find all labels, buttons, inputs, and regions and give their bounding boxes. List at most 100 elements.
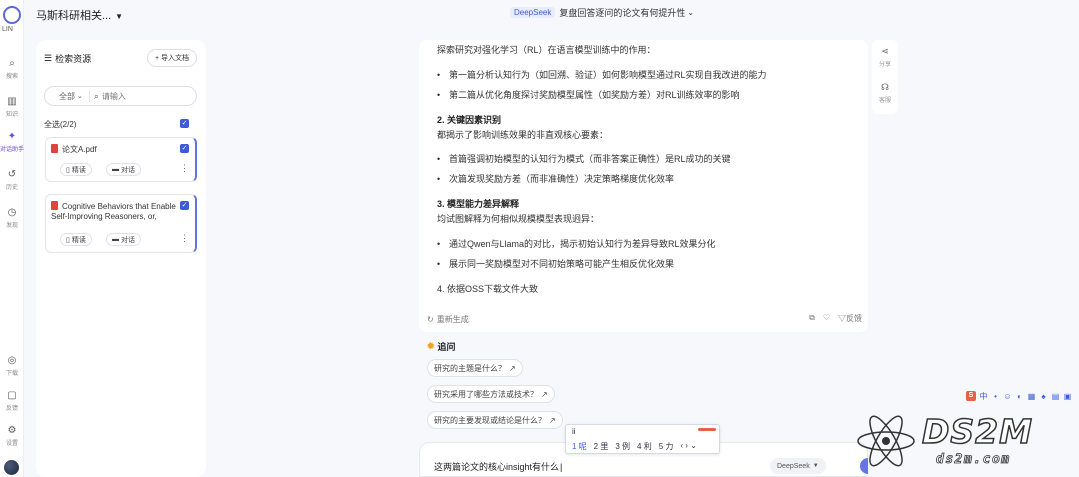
rail-item-history[interactable]: ↺ 历史 [0, 169, 24, 191]
feedback-icon: ▢ [7, 390, 17, 401]
regenerate-label: 重新生成 [436, 315, 469, 324]
menu-icon[interactable]: ▣ [1063, 392, 1072, 401]
ime-candidate[interactable]: 2 里 [594, 441, 609, 452]
document-checkbox[interactable]: ✓ [180, 144, 189, 153]
rail-item-download[interactable]: ◎ 下载 [0, 355, 24, 377]
followup-suggestion[interactable]: 研究的主要发现或结论是什么？ ↗ [427, 411, 563, 429]
sparkle-icon: ✹ [427, 341, 435, 351]
followup-suggestion[interactable]: 研究采用了哪些方法或技术？ ↗ [427, 385, 555, 403]
dislike-button[interactable]: ▽反馈 [838, 313, 862, 324]
more-icon[interactable]: ⋮ [180, 233, 189, 244]
pdf-icon [51, 144, 58, 153]
model-badge: DeepSeek [510, 7, 556, 18]
rail-item-assistant[interactable]: ✦ 对话助手 [0, 131, 24, 153]
answer-card: 探索研究对强化学习（RL）在语言模型训练中的作用： 第一篇分析认知行为（如回溯、… [419, 40, 868, 332]
language-toggle-icon[interactable]: 中 [979, 392, 988, 401]
keyboard-icon[interactable]: ▦ [1027, 392, 1036, 401]
ime-logo-icon[interactable]: S [966, 391, 976, 401]
answer-bullet: 展示同一奖励模型对不同初始策略可能产生相反优化效果 [437, 258, 674, 270]
answer-paragraph: 都揭示了影响训练效果的非直观核心要素： [437, 130, 609, 140]
ime-candidate[interactable]: 3 例 [615, 441, 630, 452]
regenerate-button[interactable]: ↻ 重新生成 [427, 314, 469, 325]
book-icon: ▥ [7, 96, 17, 107]
thumbs-up-icon[interactable]: ♡ [823, 313, 830, 324]
user-avatar[interactable] [4, 460, 19, 475]
emoji-icon[interactable]: ☺ [1003, 392, 1012, 401]
share-button[interactable]: ⋖ 分享 [872, 46, 898, 68]
refresh-icon: ↻ [427, 315, 434, 324]
rail-item-label: 搜索 [5, 74, 18, 80]
read-button-label: 精读 [71, 166, 86, 174]
share-label: 分享 [878, 62, 891, 68]
ime-candidate[interactable]: 5 力 [659, 441, 674, 452]
workspace-selector[interactable]: 马斯科研相关... ▼ [36, 7, 123, 23]
rail-item-label: 对话助手 [0, 147, 25, 153]
rail-item-knowledge[interactable]: ▥ 知识 [0, 96, 24, 118]
knowledge-search-input[interactable] [101, 91, 182, 101]
followup-suggestion[interactable]: 研究的主题是什么？ ↗ [427, 359, 523, 377]
ime-candidate-window: ii 1 呢 2 里 3 例 4 利 5 力 ‹ › ⌄ [565, 424, 720, 454]
select-all-checkbox[interactable]: ✓ [180, 119, 189, 128]
pdf-icon [51, 201, 58, 210]
conversation-title[interactable]: DeepSeek 复盘回答逐问的论文有何提升性 ⌄ [510, 6, 694, 19]
chat-button[interactable]: ▬ 对话 [106, 163, 141, 176]
headset-icon: ☊ [881, 82, 889, 92]
copy-icon[interactable]: ⧉ [809, 313, 815, 324]
skin-icon[interactable]: ♠ [1039, 392, 1048, 401]
compass-icon: ◷ [7, 207, 17, 218]
import-document-label: 导入文档 [161, 55, 190, 62]
chat-button-label: 对话 [121, 236, 135, 244]
history-icon: ↺ [7, 169, 17, 180]
rail-item-label: 历史 [5, 185, 18, 191]
watermark: DS2M ds2m.com [852, 408, 1079, 477]
ime-candidate[interactable]: 1 呢 [572, 441, 587, 452]
document-title-text: Cognitive Behaviors that Enable Self-Imp… [51, 202, 176, 221]
rail-item-label: 知识 [5, 112, 18, 118]
ime-page-arrows[interactable]: ‹ › ⌄ [680, 441, 696, 452]
arrow-icon: ↗ [509, 363, 516, 373]
rail-item-feedback[interactable]: ▢ 反馈 [0, 390, 24, 412]
model-selector[interactable]: DeepSeek ▼ [770, 458, 826, 474]
arrow-icon: ↗ [549, 415, 556, 425]
text-cursor: | [560, 462, 563, 472]
answer-bullet: 第一篇分析认知行为（如回溯、验证）如何影响模型通过RL实现自我改进的能力 [437, 69, 766, 81]
rail-item-label: 发现 [5, 223, 18, 229]
caret-down-icon: ▼ [115, 12, 124, 21]
arrow-icon: ↗ [541, 389, 548, 399]
followup-text: 研究的主要发现或结论是什么？ [434, 415, 546, 425]
watermark-url: ds2m.com [936, 452, 1011, 468]
document-card[interactable]: 论文A.pdf ✓ ▯ 精读 ▬ 对话 ⋮ [45, 137, 197, 182]
ime-candidate[interactable]: 4 利 [637, 441, 652, 452]
document-checkbox[interactable]: ✓ [180, 201, 189, 210]
app-window: LIN ⌕ 搜索 ▥ 知识 ✦ 对话助手 ↺ 历史 ◷ 发现 ◎ 下载 ▢ 反馈 [0, 0, 1079, 477]
chat-input[interactable]: 这两篇论文的核心insight有什么| [434, 460, 562, 473]
app-logo[interactable] [3, 6, 21, 24]
rail-item-settings[interactable]: ⚙ 设置 [0, 425, 24, 447]
rail-item-search[interactable]: ⌕ 搜索 [0, 58, 24, 80]
document-card[interactable]: Cognitive Behaviors that Enable Self-Imp… [45, 194, 197, 253]
ime-candidates: 1 呢 2 里 3 例 4 利 5 力 ‹ › ⌄ [572, 441, 697, 452]
plus-icon: + [154, 54, 160, 62]
side-tools: ⋖ 分享 ☊ 客服 [872, 40, 898, 114]
search-icon: ⌕ [9, 58, 15, 69]
document-title: 论文A.pdf [51, 144, 177, 155]
rail-item-label: 反馈 [5, 406, 18, 412]
filter-select[interactable]: 全部 ⌄ [45, 90, 90, 102]
read-button[interactable]: ▯ 精读 [60, 233, 92, 246]
assistant-icon: ✦ [7, 131, 17, 142]
rail-item-label: 下载 [5, 371, 18, 377]
voice-icon[interactable]: ◐ [1015, 392, 1024, 401]
rail-item-discover[interactable]: ◷ 发现 [0, 207, 24, 229]
answer-bullet: 首篇强调初始模型的认知行为模式（而非答案正确性）是RL成功的关键 [437, 153, 730, 165]
watermark-title: DS2M [921, 411, 1033, 452]
search-icon: ⌕ [93, 90, 99, 101]
chat-button[interactable]: ▬ 对话 [106, 233, 141, 246]
punctuation-icon[interactable]: • [991, 392, 1000, 401]
support-button[interactable]: ☊ 客服 [872, 82, 898, 104]
followup-text: 研究的主题是什么？ [434, 363, 506, 373]
toolbox-icon[interactable]: ▤ [1051, 392, 1060, 401]
import-document-button[interactable]: + 导入文档 [147, 49, 197, 67]
read-button[interactable]: ▯ 精读 [60, 163, 92, 176]
chat-icon: ▬ [112, 236, 119, 243]
more-icon[interactable]: ⋮ [180, 163, 189, 174]
